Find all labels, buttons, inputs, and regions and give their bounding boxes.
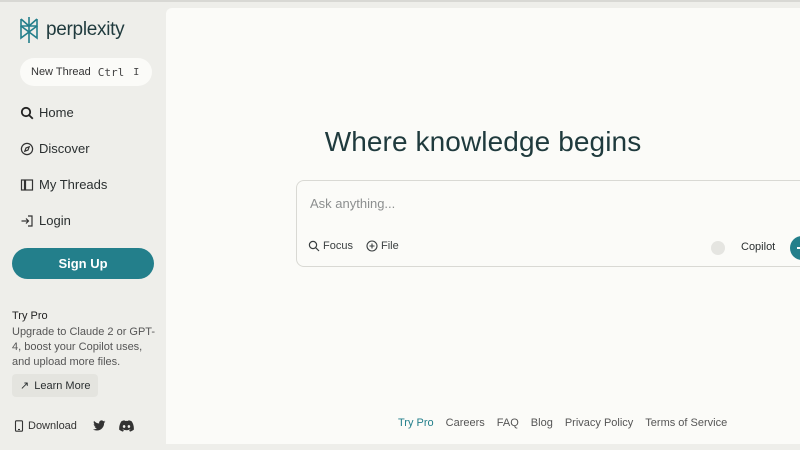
- discord-icon[interactable]: [119, 420, 134, 432]
- sidebar-item-home[interactable]: Home: [20, 105, 74, 120]
- perplexity-logo-icon: [20, 17, 38, 43]
- new-thread-label: New Thread: [31, 66, 91, 78]
- sign-up-button[interactable]: Sign Up: [12, 248, 154, 279]
- new-thread-button[interactable]: New Thread Ctrl I: [20, 58, 152, 86]
- arrow-up-right-icon: ↗: [20, 380, 30, 392]
- sidebar-item-label: My Threads: [39, 177, 108, 192]
- learn-more-label: Learn More: [34, 379, 91, 392]
- search-input[interactable]: Ask anything...: [310, 196, 395, 211]
- download-link[interactable]: Download: [14, 420, 77, 432]
- plus-circle-icon: [366, 240, 378, 252]
- sidebar: perplexity New Thread Ctrl I Home Discov…: [0, 2, 166, 450]
- brand-name: perplexity: [46, 19, 125, 40]
- sidebar-item-login[interactable]: Login: [20, 213, 71, 228]
- try-pro-description: Upgrade to Claude 2 or GPT-4, boost your…: [12, 326, 156, 368]
- logo[interactable]: perplexity: [18, 16, 125, 44]
- mobile-icon: [14, 420, 24, 432]
- download-label: Download: [28, 420, 77, 432]
- sidebar-item-label: Home: [39, 105, 74, 120]
- focus-label: Focus: [323, 240, 353, 252]
- sidebar-item-label: Discover: [39, 141, 90, 156]
- attach-file-button[interactable]: File: [366, 240, 399, 252]
- submit-button[interactable]: [790, 236, 800, 260]
- main-panel: Where knowledge begins Ask anything... F…: [166, 8, 800, 444]
- footer-link-privacy[interactable]: Privacy Policy: [565, 417, 633, 429]
- copilot-label: Copilot: [741, 241, 776, 253]
- copilot-toggle[interactable]: [711, 241, 725, 255]
- page-title: Where knowledge begins: [324, 126, 642, 157]
- try-pro-title: Try Pro: [12, 310, 48, 322]
- footer-link-terms[interactable]: Terms of Service: [645, 417, 727, 429]
- shortcut-key: Ctrl: [97, 65, 125, 79]
- learn-more-button[interactable]: ↗ Learn More: [12, 374, 98, 397]
- compass-icon: [20, 142, 34, 156]
- footer-link-faq[interactable]: FAQ: [497, 417, 519, 429]
- footer-link-blog[interactable]: Blog: [531, 417, 553, 429]
- footer-link-careers[interactable]: Careers: [446, 417, 485, 429]
- search-box[interactable]: Ask anything... Focus File Copilot: [296, 180, 800, 267]
- search-icon: [20, 106, 34, 120]
- search-icon: [308, 240, 320, 252]
- sidebar-item-discover[interactable]: Discover: [20, 141, 90, 156]
- sidebar-item-my-threads[interactable]: My Threads: [20, 177, 107, 192]
- twitter-icon[interactable]: [93, 420, 106, 432]
- sidebar-item-label: Login: [39, 213, 71, 228]
- footer-link-try-pro[interactable]: Try Pro: [398, 417, 434, 429]
- footer-links: Try Pro Careers FAQ Blog Privacy Policy …: [398, 417, 739, 429]
- focus-button[interactable]: Focus: [308, 240, 353, 252]
- file-label: File: [381, 240, 399, 252]
- login-icon: [20, 214, 34, 228]
- shortcut-extra: I: [133, 66, 140, 78]
- library-icon: [20, 178, 34, 192]
